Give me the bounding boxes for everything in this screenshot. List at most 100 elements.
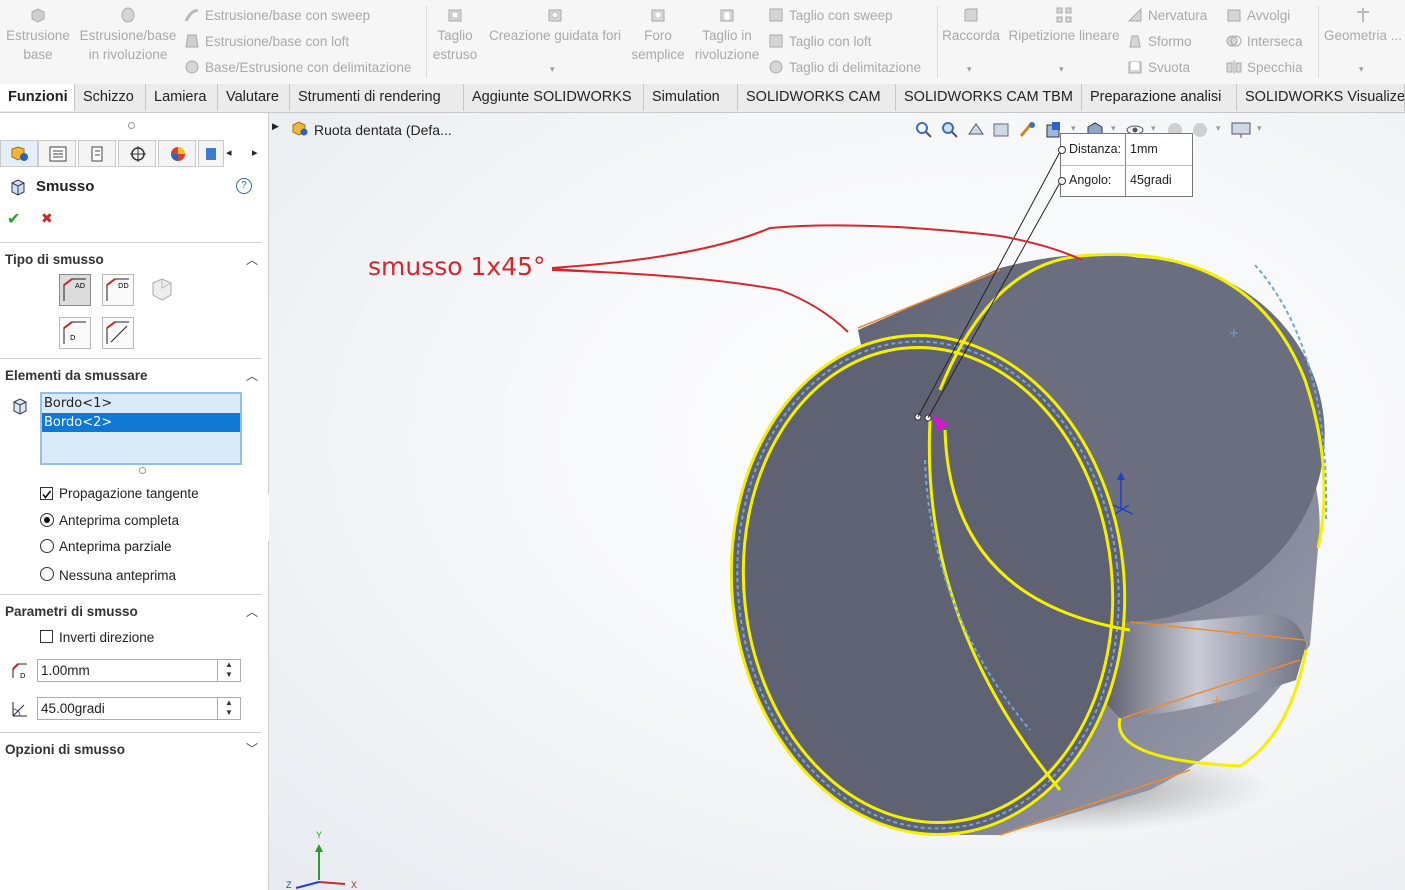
simple-hole-button[interactable]: Foro semplice	[630, 6, 686, 64]
tab-configuration-manager[interactable]	[78, 140, 116, 167]
tab-solidworks-visualize[interactable]: SOLIDWORKS Visualize	[1237, 84, 1405, 111]
tab-solidworks-cam-tbm[interactable]: SOLIDWORKS CAM TBM	[896, 84, 1082, 111]
tab-sketch[interactable]: Schizzo	[75, 84, 146, 111]
lofted-cut-icon	[769, 34, 783, 48]
help-icon[interactable]: ?	[236, 178, 252, 194]
spin-up-icon[interactable]: ▲	[218, 660, 240, 670]
list-item-selected[interactable]: Bordo<2>	[42, 413, 240, 432]
spin-down-icon[interactable]: ▼	[218, 708, 240, 718]
distance-value: 1.00mm	[41, 663, 90, 678]
list-item[interactable]: Bordo<1>	[42, 394, 240, 413]
rib-button[interactable]: Nervatura	[1127, 6, 1207, 26]
section-chamfer-options[interactable]: Opzioni di smusso	[5, 742, 125, 757]
chamfer-distance-distance-button[interactable]: DD	[102, 274, 134, 306]
chamfer-angle-distance-button[interactable]: AD	[59, 274, 91, 306]
cancel-button[interactable]: ✖	[41, 210, 53, 227]
geometry-dropdown-icon[interactable]: ▾	[1359, 64, 1364, 75]
svg-text:D: D	[70, 334, 75, 342]
tab-property-manager[interactable]	[38, 140, 76, 167]
linear-pattern-button[interactable]: Ripetizione lineare	[1006, 6, 1122, 45]
tab-simulation[interactable]: Simulation	[644, 84, 738, 111]
shell-button[interactable]: Svuota	[1127, 58, 1190, 78]
chamfer-vertex-button[interactable]	[148, 276, 176, 307]
collapse-chevron-icon[interactable]: ︿	[246, 603, 258, 620]
spin-down-icon[interactable]: ▼	[218, 670, 240, 680]
tab-render-tools[interactable]: Strumenti di rendering	[290, 84, 464, 111]
mirror-button[interactable]: Specchia	[1226, 58, 1303, 78]
boundary-boss-button[interactable]: Base/Estrusione con delimitazione	[184, 58, 411, 78]
callout-anchor	[1058, 177, 1066, 185]
tab-analysis-preparation[interactable]: Preparazione analisi	[1082, 84, 1237, 111]
tab-features[interactable]: Funzioni	[0, 84, 75, 111]
boundary-cut-button[interactable]: Taglio di delimitazione	[768, 58, 921, 78]
listbox-resize-handle[interactable]	[139, 467, 146, 474]
reference-geometry-button[interactable]: Geometria ...	[1322, 6, 1404, 45]
hole-wizard-dropdown-icon[interactable]: ▾	[550, 64, 555, 75]
svg-text:AD: AD	[75, 282, 85, 290]
tabs-scroll-right-icon[interactable]: ▸	[252, 146, 258, 159]
revolved-cut-button[interactable]: Taglio in rivoluzione	[692, 6, 762, 64]
draft-button[interactable]: Sformo	[1127, 32, 1192, 52]
callout-row-divider	[1061, 165, 1192, 166]
shell-icon	[1128, 61, 1142, 74]
angle-value: 45.00gradi	[41, 701, 105, 716]
fillet-dropdown-icon[interactable]: ▾	[967, 64, 972, 75]
distance-field[interactable]: 1.00mm ▲ ▼	[37, 659, 241, 682]
swept-cut-button[interactable]: Taglio con sweep	[768, 6, 893, 26]
tab-solidworks-addins[interactable]: Aggiunte SOLIDWORKS	[464, 84, 644, 111]
lofted-cut-button[interactable]: Taglio con loft	[768, 32, 872, 52]
triad-x-label: X	[351, 880, 358, 890]
collapse-chevron-icon[interactable]: ︿	[246, 367, 258, 384]
callout-angle-value[interactable]: 45gradi	[1130, 173, 1172, 187]
graphics-viewport[interactable]: ▶ Ruota dentata (Defa... ▾ ▾ ▾ ▾ ▾ Y Z X…	[269, 113, 1405, 890]
chamfer-offset-face-button[interactable]: D	[59, 317, 91, 349]
tab-dimxpert-manager[interactable]	[118, 140, 156, 167]
ribbon-separator	[426, 6, 427, 78]
reverse-direction-checkbox[interactable]	[40, 630, 53, 643]
angle-spinner[interactable]: ▲ ▼	[217, 698, 240, 719]
feature-tree-icon	[11, 146, 28, 161]
full-preview-radio[interactable]	[40, 513, 54, 527]
chamfer-callout[interactable]: Distanza: 1mm Angolo: 45gradi	[1058, 133, 1193, 197]
panel-resize-handle[interactable]	[128, 122, 135, 129]
intersect-button[interactable]: Interseca	[1226, 32, 1303, 52]
fillet-button[interactable]: Raccorda	[941, 6, 1001, 45]
revolved-cut-icon	[720, 9, 734, 22]
angle-field[interactable]: 45.00gradi ▲ ▼	[37, 697, 241, 720]
part-model[interactable]	[269, 113, 1405, 890]
ribbon-separator	[937, 6, 938, 78]
tab-display-manager[interactable]	[158, 140, 196, 167]
partial-preview-label: Anteprima parziale	[59, 539, 172, 554]
tab-feature-manager[interactable]	[0, 140, 38, 167]
section-items-to-chamfer[interactable]: Elementi da smussare	[5, 368, 148, 383]
extruded-cut-icon	[448, 9, 462, 22]
expand-chevron-icon[interactable]: ﹀	[246, 740, 258, 757]
tab-evaluate[interactable]: Valutare	[218, 84, 290, 111]
hole-wizard-button[interactable]: Creazione guidata fori	[486, 6, 624, 45]
section-chamfer-parameters[interactable]: Parametri di smusso	[5, 604, 138, 619]
linear-pattern-dropdown-icon[interactable]: ▾	[1059, 64, 1064, 75]
section-chamfer-type[interactable]: Tipo di smusso	[5, 252, 104, 267]
tab-sheet-metal[interactable]: Lamiera	[146, 84, 218, 111]
tab-more[interactable]	[198, 140, 224, 167]
distance-spinner[interactable]: ▲ ▼	[217, 660, 240, 681]
extrude-boss-button[interactable]: Estrusione base	[4, 6, 72, 64]
tab-solidworks-cam[interactable]: SOLIDWORKS CAM	[738, 84, 896, 111]
collapse-chevron-icon[interactable]: ︿	[246, 251, 258, 268]
tabs-scroll-left-icon[interactable]: ◂	[226, 146, 232, 159]
triad-x-axis	[318, 881, 346, 885]
wrap-button[interactable]: Avvolgi	[1226, 6, 1290, 26]
items-listbox[interactable]: Bordo<1> Bordo<2>	[40, 392, 242, 465]
lofted-boss-button[interactable]: Estrusione/base con loft	[184, 32, 349, 52]
ok-button[interactable]: ✔	[7, 209, 20, 229]
chamfer-face-face-button[interactable]	[102, 317, 134, 349]
swept-boss-button[interactable]: Estrusione/base con sweep	[184, 6, 370, 26]
revolve-boss-button[interactable]: Estrusione/base in rivoluzione	[79, 6, 177, 64]
extruded-cut-button[interactable]: Taglio estruso	[430, 6, 480, 64]
spin-up-icon[interactable]: ▲	[218, 698, 240, 708]
partial-preview-radio[interactable]	[40, 539, 54, 553]
no-preview-radio[interactable]	[40, 567, 54, 581]
property-manager-panel: ◂ ▸ Smusso ? ✔ ✖ Tipo di smusso ︿ AD DD …	[0, 113, 269, 890]
tangent-propagation-checkbox[interactable]	[40, 487, 53, 500]
callout-distance-value[interactable]: 1mm	[1130, 142, 1158, 156]
